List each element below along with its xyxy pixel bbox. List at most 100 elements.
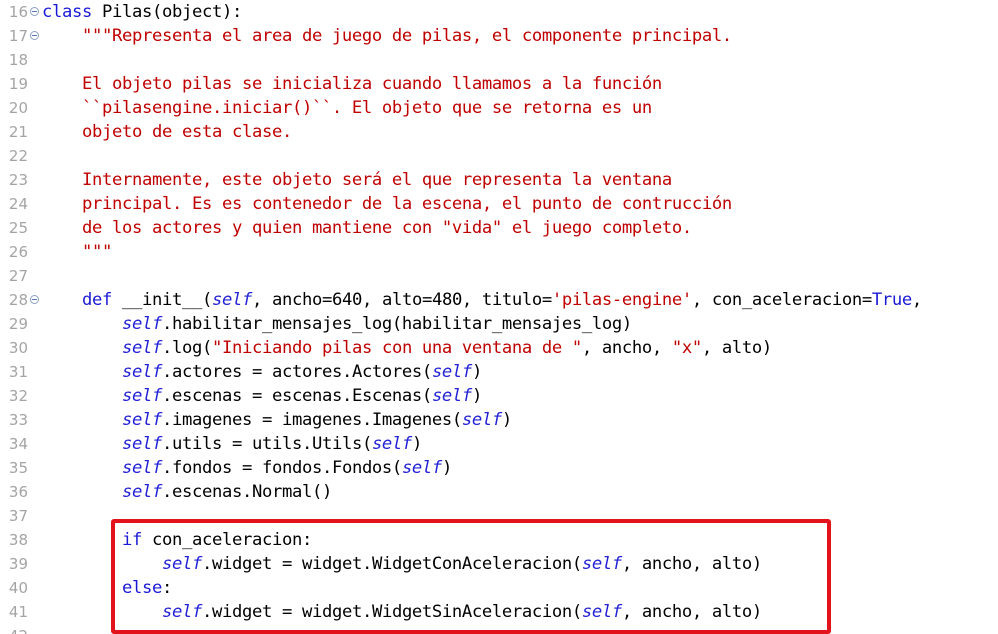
code-token: True — [871, 290, 912, 310]
code-line[interactable]: 30 self.log("Iniciando pilas con una ven… — [0, 336, 998, 360]
line-number: 31 — [8, 363, 28, 381]
line-number: 27 — [8, 267, 28, 285]
code-line[interactable]: 35 self.fondos = fondos.Fondos(self) — [0, 456, 998, 480]
code-line[interactable]: 18 — [0, 48, 998, 72]
code-line[interactable]: 36 self.escenas.Normal() — [0, 480, 998, 504]
code-token: , ancho, alto) — [621, 602, 762, 622]
code-token: con_aceleracion: — [141, 530, 312, 550]
code-text: self.actores = actores.Actores(self) — [42, 360, 482, 384]
code-line[interactable]: 25 de los actores y quien mantiene con "… — [0, 216, 998, 240]
line-number: 42 — [4, 624, 28, 634]
code-line[interactable]: 20 ``pilasengine.iniciar()``. El objeto … — [0, 96, 998, 120]
code-token: , ancho, — [581, 338, 672, 358]
code-text: self.escenas.Normal() — [42, 480, 332, 504]
code-token: .widget = widget.WidgetSinAceleracion( — [201, 602, 582, 622]
code-token: self — [431, 386, 472, 406]
code-token: self — [121, 434, 162, 454]
code-token: """Representa el area de juego de pilas,… — [42, 26, 732, 46]
code-line[interactable]: 16 class Pilas(object): — [0, 0, 998, 24]
code-text: de los actores y quien mantiene con "vid… — [42, 216, 692, 240]
code-token: self — [121, 362, 162, 382]
code-token: .log( — [161, 338, 212, 358]
code-line[interactable]: 17 """Representa el area de juego de pil… — [0, 24, 998, 48]
line-number: 39 — [8, 555, 28, 573]
code-token: , ancho=640, alto=480, titulo= — [251, 290, 552, 310]
line-number: 21 — [8, 123, 28, 141]
line-number: 40 — [8, 579, 28, 597]
code-text: self.fondos = fondos.Fondos(self) — [42, 456, 452, 480]
code-line[interactable]: 40 else: — [0, 576, 998, 600]
code-line[interactable]: 22 — [0, 144, 998, 168]
code-token: ) — [501, 410, 512, 430]
line-number: 41 — [8, 603, 28, 621]
code-text: objeto de esta clase. — [42, 120, 292, 144]
line-number: 22 — [8, 147, 28, 165]
fold-toggle-icon[interactable] — [30, 7, 39, 16]
code-token: .fondos = fondos.Fondos( — [161, 458, 402, 478]
line-number: 29 — [8, 315, 28, 333]
code-token: def — [82, 290, 112, 310]
code-token: """ — [42, 242, 112, 262]
code-text: self.escenas = escenas.Escenas(self) — [42, 384, 482, 408]
line-number: 19 — [8, 75, 28, 93]
code-text: """ — [42, 240, 112, 264]
code-line[interactable]: 38 if con_aceleracion: — [0, 528, 998, 552]
code-token: self — [161, 554, 202, 574]
code-token: __init__( — [112, 290, 212, 310]
fold-toggle-icon[interactable] — [30, 31, 39, 40]
code-line[interactable]: 33 self.imagenes = imagenes.Imagenes(sel… — [0, 408, 998, 432]
code-text: principal. Es es contenedor de la escena… — [42, 192, 732, 216]
code-token: "x" — [671, 338, 702, 358]
code-line[interactable]: 24 principal. Es es contenedor de la esc… — [0, 192, 998, 216]
code-line[interactable]: 23 Internamente, este objeto será el que… — [0, 168, 998, 192]
line-number: 37 — [8, 507, 28, 525]
code-token: .habilitar_mensajes_log(habilitar_mensaj… — [161, 314, 632, 334]
code-line[interactable]: 26 """ — [0, 240, 998, 264]
code-line[interactable]: 28 def __init__(self, ancho=640, alto=48… — [0, 288, 998, 312]
line-number: 20 — [8, 99, 28, 117]
code-token: .widget = widget.WidgetConAceleracion( — [201, 554, 582, 574]
code-token: self — [371, 434, 412, 454]
code-line[interactable]: 31 self.actores = actores.Actores(self) — [0, 360, 998, 384]
code-text: self.imagenes = imagenes.Imagenes(self) — [42, 408, 512, 432]
code-text: El objeto pilas se inicializa cuando lla… — [42, 72, 662, 96]
code-editor[interactable]: 16 class Pilas(object): 17 """Representa e… — [0, 0, 998, 634]
fold-toggle-icon[interactable] — [30, 295, 39, 304]
code-token: .imagenes = imagenes.Imagenes( — [161, 410, 462, 430]
code-token: ) — [441, 458, 452, 478]
code-token: self — [121, 338, 162, 358]
code-text: self.utils = utils.Utils(self) — [42, 432, 422, 456]
code-text: self.habilitar_mensajes_log(habilitar_me… — [42, 312, 632, 336]
code-token: self — [461, 410, 502, 430]
code-line[interactable]: 39 self.widget = widget.WidgetConAcelera… — [0, 552, 998, 576]
code-token: self — [121, 410, 162, 430]
line-number: 36 — [8, 483, 28, 501]
code-line[interactable]: 21 objeto de esta clase. — [0, 120, 998, 144]
code-line[interactable]: 37 — [0, 504, 998, 528]
code-token: : — [161, 578, 172, 598]
code-line[interactable]: 27 — [0, 264, 998, 288]
code-line[interactable]: 29 self.habilitar_mensajes_log(habilitar… — [0, 312, 998, 336]
code-token: class — [42, 2, 92, 22]
code-line[interactable]: 42 — [0, 624, 998, 634]
line-number: 33 — [8, 411, 28, 429]
code-token: , con_aceleracion= — [691, 290, 872, 310]
line-number: 38 — [8, 531, 28, 549]
code-line[interactable]: 32 self.escenas = escenas.Escenas(self) — [0, 384, 998, 408]
code-token: 'pilas-engine' — [551, 290, 692, 310]
code-line[interactable]: 41 self.widget = widget.WidgetSinAcelera… — [0, 600, 998, 624]
code-token: , alto) — [701, 338, 772, 358]
code-token: , — [911, 290, 922, 310]
code-text: self.widget = widget.WidgetSinAceleracio… — [42, 600, 762, 624]
code-text: Internamente, este objeto será el que re… — [42, 168, 672, 192]
code-line[interactable]: 34 self.utils = utils.Utils(self) — [0, 432, 998, 456]
code-line[interactable]: 19 El objeto pilas se inicializa cuando … — [0, 72, 998, 96]
code-token: El objeto pilas se inicializa cuando lla… — [42, 74, 662, 94]
